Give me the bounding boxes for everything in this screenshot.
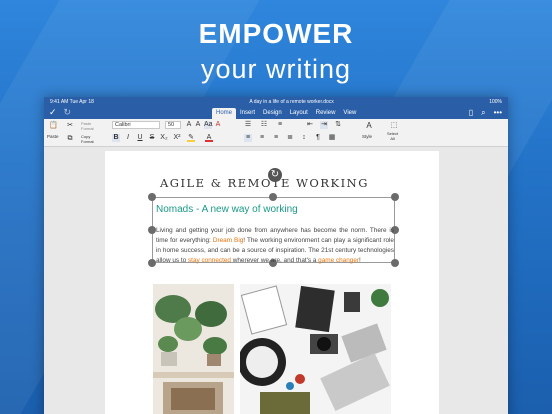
superscript-icon[interactable]: X² [173, 134, 181, 142]
more-icon[interactable]: ••• [494, 108, 502, 118]
tab-review[interactable]: Review [312, 108, 340, 119]
selection-handle[interactable] [148, 259, 156, 267]
select-all-button[interactable]: Select All [387, 131, 398, 141]
status-time: 9:41 AM Tue Apr 18 [50, 99, 94, 105]
refresh-icon[interactable]: ↻ [268, 168, 282, 182]
align-right-icon[interactable]: ≡ [272, 134, 280, 142]
paragraph-mark-icon[interactable]: ¶ [314, 134, 322, 142]
body-highlight: Dream Big [212, 237, 244, 244]
selection-handle[interactable] [269, 193, 277, 201]
document-canvas[interactable]: AGILE & REMOTE WORKING ↻ Nomads - A new … [44, 147, 508, 414]
multilevel-list-icon[interactable]: ≡ [276, 121, 284, 129]
change-case-icon[interactable]: Aa [204, 121, 213, 129]
paste-label: Paste [47, 134, 59, 139]
increase-indent-icon[interactable]: ⇥ [320, 121, 328, 129]
document-page[interactable]: AGILE & REMOTE WORKING ↻ Nomads - A new … [105, 151, 439, 414]
title-bar: ✓ ↻ Home Insert Design Layout Review Vie… [44, 107, 508, 119]
tablet-frame: 9:41 AM Tue Apr 18 A day in a life of a … [44, 97, 508, 414]
numbering-icon[interactable]: ☷ [260, 121, 268, 129]
font-name-dropdown[interactable]: Calibri [112, 121, 160, 129]
italic-icon[interactable]: I [124, 134, 132, 142]
document-title[interactable]: AGILE & REMOTE WORKING [160, 176, 369, 190]
body-run: ! [359, 257, 361, 264]
line-spacing-icon[interactable]: ↕ [300, 134, 308, 142]
tab-layout[interactable]: Layout [286, 108, 312, 119]
body-run: wherever we are, and that's a [230, 257, 319, 264]
plants-photo[interactable] [153, 284, 234, 414]
promo-title: EMPOWER [198, 18, 354, 49]
document-name: A day in a life of a remote worker.docx [249, 99, 334, 105]
clear-format-icon[interactable]: A [214, 121, 222, 129]
selection-handle[interactable] [391, 193, 399, 201]
sort-icon[interactable]: ⇅ [334, 121, 342, 129]
strikethrough-icon[interactable]: S [148, 134, 156, 142]
body-highlight: game changer [318, 257, 360, 264]
body-highlight: stay connected [187, 257, 231, 264]
tab-design[interactable]: Design [259, 108, 286, 119]
shrink-font-icon[interactable]: A [194, 121, 202, 129]
battery-level: 100% [489, 99, 502, 105]
cut-icon[interactable]: ✂ [66, 122, 74, 130]
status-bar: 9:41 AM Tue Apr 18 A day in a life of a … [44, 97, 508, 107]
bold-icon[interactable]: B [112, 134, 120, 142]
justify-icon[interactable]: ≣ [286, 134, 294, 142]
check-icon[interactable]: ✓ [49, 107, 57, 118]
copy-icon[interactable]: ⧉ [66, 135, 74, 143]
style-icon[interactable]: A [365, 122, 373, 130]
borders-icon[interactable]: ▦ [328, 134, 336, 142]
paste-format-button[interactable]: Paste Format [81, 121, 94, 131]
bullets-icon[interactable]: ☰ [244, 121, 252, 129]
search-icon[interactable]: ⌕ [481, 108, 485, 118]
style-button[interactable]: Style [362, 134, 372, 139]
paste-icon[interactable]: 📋 [49, 122, 58, 130]
decrease-indent-icon[interactable]: ⇤ [306, 121, 314, 129]
copy-format-button[interactable]: Copy Format [81, 134, 94, 144]
workspace-photo[interactable] [240, 284, 391, 414]
promo-screen: EMPOWER your writing 9:41 AM Tue Apr 18 … [0, 0, 552, 414]
font-size-dropdown[interactable]: 50 [165, 121, 181, 129]
select-all-icon[interactable]: ⬚ [390, 122, 398, 130]
font-color-icon[interactable]: A [205, 134, 213, 142]
align-center-icon[interactable]: ≡ [258, 134, 266, 142]
underline-icon[interactable]: U [136, 134, 144, 142]
document-body[interactable]: Living and getting your job done from an… [156, 226, 394, 266]
highlight-icon[interactable]: ✎ [187, 134, 195, 142]
grow-font-icon[interactable]: A [185, 121, 193, 129]
selection-handle[interactable] [148, 226, 156, 234]
promo-subtitle: your writing [200, 54, 352, 84]
align-left-icon[interactable]: ≡ [244, 134, 252, 142]
tab-view[interactable]: View [339, 108, 360, 119]
selection-handle[interactable] [148, 193, 156, 201]
subscript-icon[interactable]: X₂ [160, 134, 168, 142]
ribbon-tabs: Home Insert Design Layout Review View [212, 108, 360, 119]
tab-insert[interactable]: Insert [236, 108, 259, 119]
promo-headline: EMPOWER your writing [0, 18, 552, 86]
document-subtitle[interactable]: Nomads - A new way of working [156, 204, 298, 215]
ribbon-toolbar: 📋 Paste ✂ ⧉ Paste Format Copy Format Cal… [44, 119, 508, 147]
tab-home[interactable]: Home [212, 108, 237, 119]
tablet-view-icon[interactable]: ▯ [469, 108, 473, 118]
redo-icon[interactable]: ↻ [64, 107, 72, 118]
